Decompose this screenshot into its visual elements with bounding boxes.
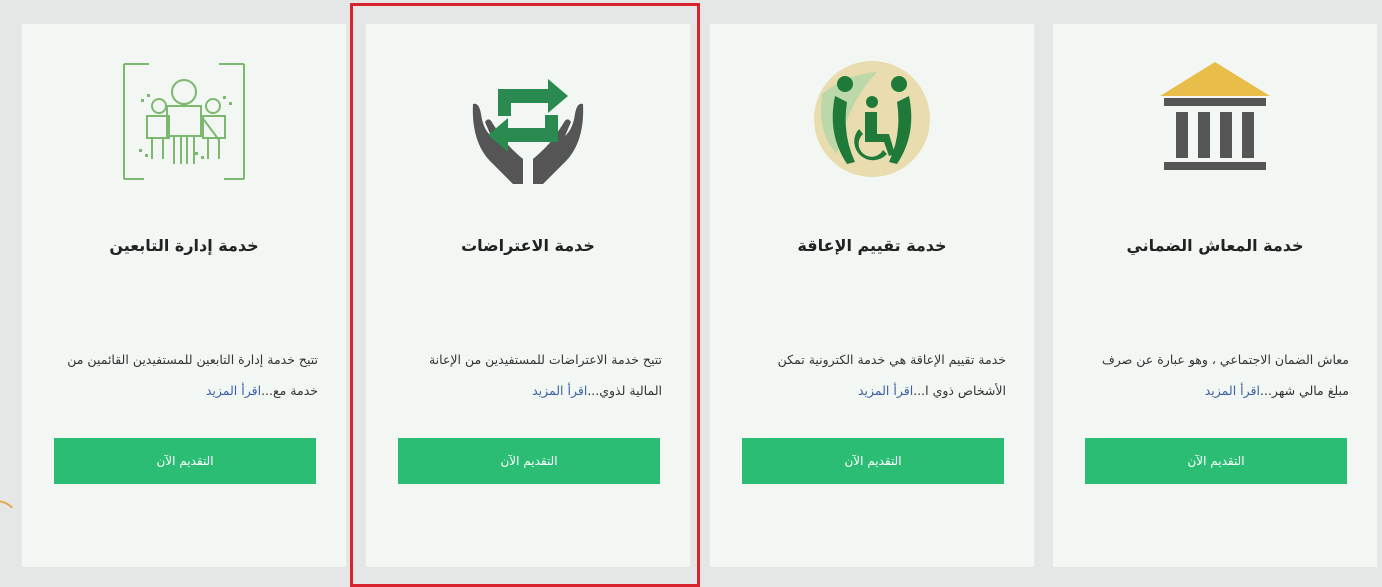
card-description: تتيح خدمة إدارة التابعين للمستفيدين القا…	[67, 352, 318, 398]
card-title: خدمة الاعتراضات	[461, 236, 595, 255]
pension-building-icon	[1160, 62, 1270, 170]
service-card-pension: خدمة المعاش الضماني معاش الضمان الاجتماع…	[1053, 24, 1377, 567]
read-more-link[interactable]: اقرأ المزيد	[858, 383, 913, 398]
apply-now-button[interactable]: التقديم الآن	[398, 438, 660, 484]
card-description: خدمة تقييم الإعاقة هي خدمة الكترونية تمك…	[777, 352, 1006, 398]
apply-now-button[interactable]: التقديم الآن	[742, 438, 1004, 484]
apply-now-button[interactable]: التقديم الآن	[54, 438, 316, 484]
read-more-link[interactable]: اقرأ المزيد	[1205, 383, 1260, 398]
card-title: خدمة تقييم الإعاقة	[797, 236, 947, 255]
read-more-link[interactable]: اقرأ المزيد	[532, 383, 587, 398]
read-more-link[interactable]: اقرأ المزيد	[206, 383, 261, 398]
card-title: خدمة إدارة التابعين	[109, 236, 259, 255]
card-description: تتيح خدمة الاعتراضات للمستفيدين من الإعا…	[428, 352, 662, 398]
decorative-arc	[0, 500, 20, 548]
service-card-disability: خدمة تقييم الإعاقة خدمة تقييم الإعاقة هي…	[710, 24, 1034, 567]
disability-icon	[814, 61, 930, 177]
apply-now-button[interactable]: التقديم الآن	[1085, 438, 1347, 484]
card-description: معاش الضمان الاجتماعي ، وهو عبارة عن صرف…	[1101, 352, 1349, 398]
dependents-icon	[123, 63, 245, 180]
objection-hands-icon	[472, 79, 584, 184]
card-title: خدمة المعاش الضماني	[1126, 236, 1304, 255]
service-card-objections: خدمة الاعتراضات تتيح خدمة الاعتراضات للم…	[366, 24, 690, 567]
service-card-dependents: خدمة إدارة التابعين تتيح خدمة إدارة التا…	[22, 24, 346, 567]
